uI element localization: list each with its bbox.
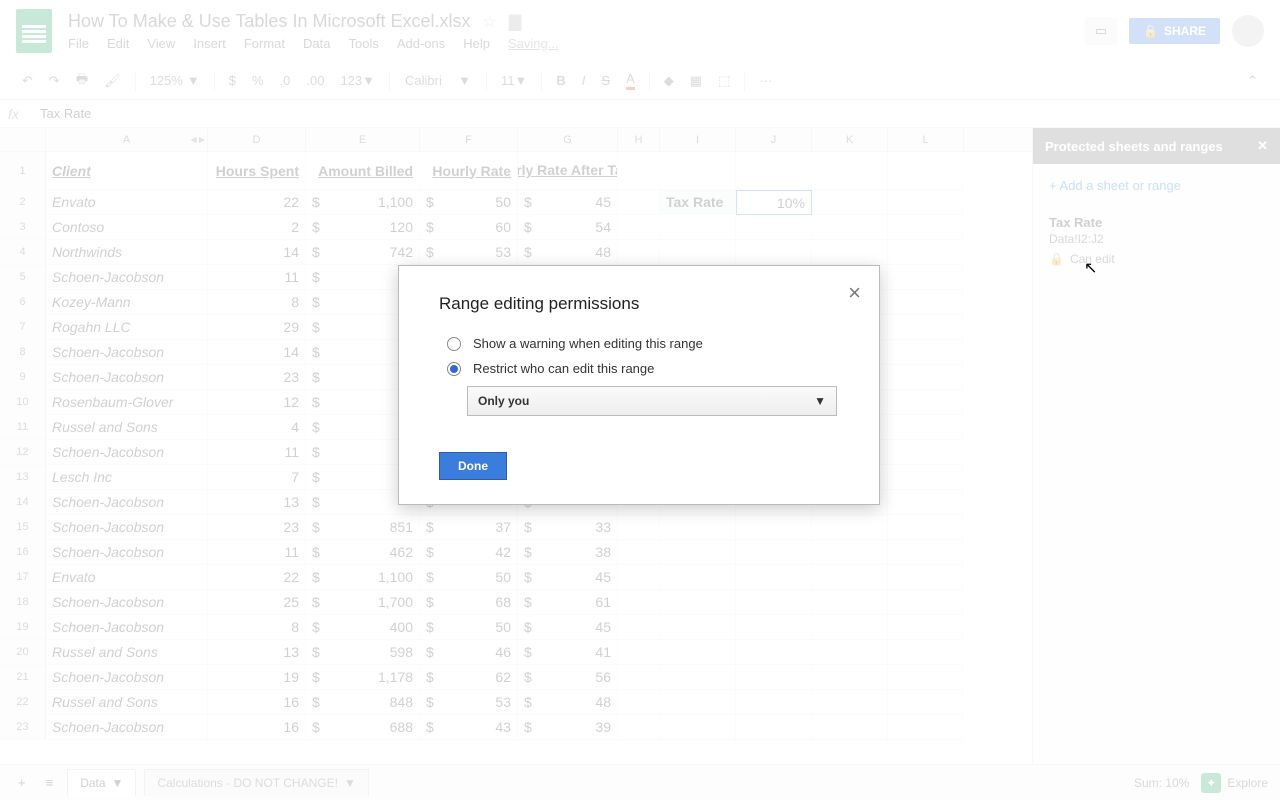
radio-icon <box>447 362 461 376</box>
option-show-warning[interactable]: Show a warning when editing this range <box>447 336 831 351</box>
radio-icon <box>447 337 461 351</box>
done-button[interactable]: Done <box>439 452 507 480</box>
restrict-dropdown[interactable]: Only you▼ <box>467 386 837 416</box>
close-dialog-icon[interactable]: × <box>848 280 861 306</box>
option-restrict[interactable]: Restrict who can edit this range <box>447 361 831 376</box>
chevron-down-icon: ▼ <box>814 394 826 408</box>
range-permissions-dialog: × Range editing permissions Show a warni… <box>398 265 880 505</box>
dialog-title: Range editing permissions <box>439 294 839 314</box>
